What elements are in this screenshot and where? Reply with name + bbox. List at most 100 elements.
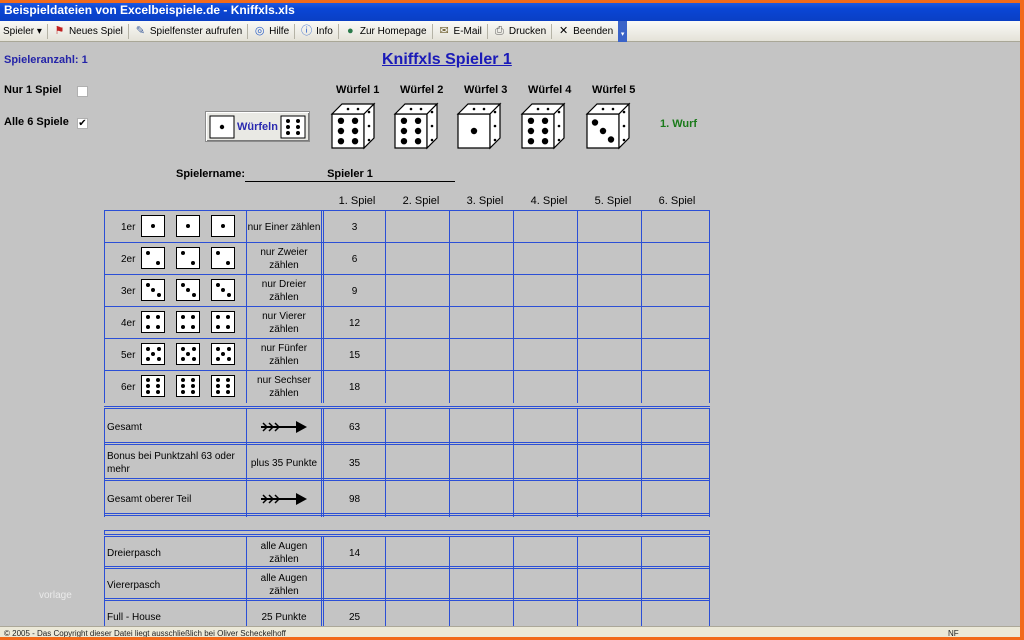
score-cell[interactable]: 63 [321, 409, 385, 445]
score-cell[interactable]: 9 [321, 275, 385, 307]
score-cell[interactable] [385, 601, 449, 626]
row-label-cell: Bonus bei Punktzahl 63 oder mehr [104, 445, 246, 481]
score-cell[interactable] [385, 537, 449, 569]
score-cell[interactable] [513, 243, 577, 275]
score-cell[interactable]: 18 [321, 371, 385, 403]
all-games-checkbox[interactable]: ✔ [77, 118, 88, 129]
score-cell[interactable] [385, 569, 449, 601]
score-cell[interactable] [449, 409, 513, 445]
score-cell[interactable] [513, 601, 577, 626]
score-cell[interactable] [513, 569, 577, 601]
die-5-icon[interactable] [585, 102, 633, 150]
die-pip [186, 224, 190, 228]
score-cell[interactable] [641, 243, 710, 275]
score-cell[interactable]: 98 [321, 481, 385, 517]
score-cell[interactable] [513, 307, 577, 339]
score-cell[interactable] [449, 569, 513, 601]
toolbar-overflow-chevron-icon[interactable]: ▾ [618, 20, 628, 42]
score-cell[interactable] [577, 371, 641, 403]
print-button[interactable]: ⎙ Drucken [490, 22, 549, 41]
score-cell[interactable] [513, 371, 577, 403]
score-cell[interactable] [577, 569, 641, 601]
info-button[interactable]: ⓘ Info [297, 22, 336, 41]
score-cell[interactable] [577, 409, 641, 445]
die-3-icon[interactable] [456, 102, 504, 150]
spieler-menu-button[interactable]: Spieler ▾ [0, 22, 45, 41]
die-pip [225, 390, 230, 394]
score-cell[interactable] [577, 211, 641, 243]
score-cell[interactable] [449, 445, 513, 481]
die-1-icon[interactable] [330, 102, 378, 150]
score-cell[interactable] [641, 371, 710, 403]
score-cell[interactable] [513, 275, 577, 307]
score-cell[interactable] [385, 445, 449, 481]
score-cell[interactable] [385, 409, 449, 445]
score-cell[interactable] [449, 481, 513, 517]
score-cell[interactable] [449, 211, 513, 243]
score-cell[interactable] [577, 445, 641, 481]
score-value: 12 [348, 317, 361, 329]
score-cell[interactable] [385, 481, 449, 517]
score-cell[interactable] [385, 243, 449, 275]
score-cell[interactable] [577, 481, 641, 517]
score-row-2er: 2er nur Zweier zählen 6 [104, 242, 710, 275]
score-cell[interactable] [577, 339, 641, 371]
score-cell[interactable] [641, 445, 710, 481]
new-game-button[interactable]: ⚑ Neues Spiel [50, 22, 126, 41]
score-cell[interactable] [577, 537, 641, 569]
score-cell[interactable] [385, 307, 449, 339]
score-cell[interactable] [577, 307, 641, 339]
score-cell[interactable] [449, 275, 513, 307]
single-game-checkbox[interactable] [77, 86, 88, 97]
score-cell[interactable] [449, 371, 513, 403]
score-cell[interactable] [513, 445, 577, 481]
print-label: Drucken [508, 25, 547, 37]
score-cell[interactable]: 6 [321, 243, 385, 275]
score-cell[interactable] [641, 275, 710, 307]
score-cell[interactable] [449, 339, 513, 371]
toolbar-separator [337, 23, 339, 39]
help-button[interactable]: ◎ Hilfe [250, 22, 292, 41]
score-cell[interactable] [641, 211, 710, 243]
die-2-icon[interactable] [393, 102, 441, 150]
score-cell[interactable] [577, 601, 641, 626]
score-cell[interactable] [641, 601, 710, 626]
die-4-icon[interactable] [520, 102, 568, 150]
score-cell[interactable] [641, 481, 710, 517]
open-game-window-button[interactable]: ✎ Spielfenster aufrufen [131, 22, 245, 41]
score-cell[interactable] [641, 569, 710, 601]
score-cell[interactable] [385, 211, 449, 243]
score-cell[interactable]: 25 [321, 601, 385, 626]
score-cell[interactable]: 12 [321, 307, 385, 339]
score-cell[interactable] [449, 601, 513, 626]
score-cell[interactable]: 15 [321, 339, 385, 371]
score-cell[interactable] [577, 275, 641, 307]
score-cell[interactable] [641, 339, 710, 371]
row-label-cell: 5er [104, 339, 246, 371]
email-button[interactable]: ✉ E-Mail [435, 22, 485, 41]
score-cell[interactable]: 3 [321, 211, 385, 243]
score-cell[interactable] [641, 409, 710, 445]
quit-button[interactable]: ✕ Beenden [554, 22, 616, 41]
score-cell[interactable] [449, 307, 513, 339]
score-cell[interactable]: 14 [321, 537, 385, 569]
score-cell[interactable] [449, 243, 513, 275]
score-cell[interactable] [641, 537, 710, 569]
score-cell[interactable] [513, 409, 577, 445]
homepage-button[interactable]: ● Zur Homepage [341, 22, 430, 41]
score-cell[interactable] [513, 481, 577, 517]
score-cell[interactable]: 35 [321, 445, 385, 481]
score-cell[interactable] [385, 339, 449, 371]
score-cell[interactable] [385, 275, 449, 307]
score-cell[interactable] [577, 243, 641, 275]
die-face-6-icon [141, 375, 165, 397]
score-cell[interactable] [513, 537, 577, 569]
score-cell[interactable] [321, 569, 385, 601]
score-cell[interactable] [513, 211, 577, 243]
roll-dice-button[interactable]: Würfeln [205, 111, 310, 142]
score-cell[interactable] [641, 307, 710, 339]
score-cell[interactable] [513, 339, 577, 371]
score-cell[interactable] [385, 371, 449, 403]
score-cell[interactable] [449, 537, 513, 569]
page-title[interactable]: Kniffxls Spieler 1 [382, 51, 512, 69]
